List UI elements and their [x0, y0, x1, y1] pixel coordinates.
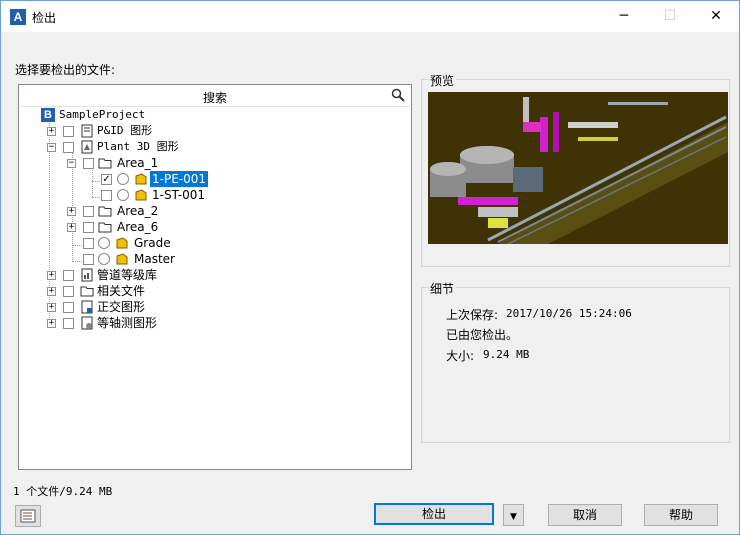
- tree-node-area1[interactable]: − Area_1: [67, 155, 267, 171]
- tree-node-master[interactable]: Master: [83, 251, 283, 267]
- expand-icon[interactable]: +: [67, 223, 76, 232]
- checkbox[interactable]: [83, 158, 94, 169]
- search-label: 搜索: [202, 91, 227, 105]
- tree-connector: [72, 261, 82, 262]
- status-circle-icon: [98, 253, 110, 265]
- details-label: 细节: [428, 280, 457, 297]
- spec-library-icon: [81, 268, 93, 282]
- search-bar[interactable]: 搜索: [20, 86, 410, 107]
- tree-node-grade[interactable]: Grade: [83, 235, 283, 251]
- checkbox[interactable]: [83, 222, 94, 233]
- checkout-dialog: A 检出 ─ ☐ ✕ 选择要检出的文件: 搜索 B SampleProject: [0, 0, 740, 535]
- tree-node-label: Grade: [134, 236, 171, 250]
- checkbox[interactable]: [101, 190, 112, 201]
- status-circle-icon: [117, 189, 129, 201]
- tree-node-label: 正交图形: [97, 300, 146, 314]
- iso-drawing-icon: [81, 316, 93, 330]
- tree-connector: [72, 245, 82, 246]
- tree-node-file-1-pe-001[interactable]: ✓ 1-PE-001: [101, 171, 301, 187]
- expand-icon[interactable]: +: [47, 127, 56, 136]
- checkbox[interactable]: [63, 270, 74, 281]
- checkbox[interactable]: [63, 142, 74, 153]
- checkbox-checked[interactable]: ✓: [101, 174, 112, 185]
- checkbox[interactable]: [63, 126, 74, 137]
- collapse-icon[interactable]: −: [47, 143, 56, 152]
- tree-node-label: Master: [134, 252, 175, 266]
- tree-node-label: SampleProject: [59, 108, 146, 121]
- search-icon[interactable]: [391, 88, 405, 102]
- expand-icon[interactable]: +: [47, 287, 56, 296]
- minimize-button[interactable]: ─: [601, 1, 647, 32]
- status-circle-icon: [98, 237, 110, 249]
- folder-icon: [80, 286, 94, 297]
- ortho-drawing-icon: [81, 300, 93, 314]
- folder-icon: [98, 222, 112, 233]
- status-text: 1 个文件/9.24 MB: [13, 485, 113, 498]
- checkbox[interactable]: [83, 206, 94, 217]
- options-button[interactable]: [15, 505, 41, 527]
- checkbox[interactable]: [63, 318, 74, 329]
- tree-node-pid[interactable]: + P&ID 图形: [47, 123, 247, 139]
- tree-node-label: 相关文件: [97, 284, 146, 298]
- expand-icon[interactable]: +: [67, 207, 76, 216]
- autocad-app-icon: A: [10, 9, 26, 25]
- tree-node-iso[interactable]: + 等轴测图形: [47, 315, 247, 331]
- size-value: 9.24 MB: [483, 348, 530, 361]
- checked-out-status: 已由您检出。: [446, 328, 519, 342]
- title-bar[interactable]: A 检出 ─ ☐ ✕: [1, 1, 739, 32]
- options-icon: [20, 509, 36, 523]
- expand-icon[interactable]: +: [47, 303, 56, 312]
- tree-node-area6[interactable]: + Area_6: [67, 219, 267, 235]
- tree-node-label: 1-ST-001: [152, 188, 206, 202]
- checkout-dropdown-button[interactable]: ▼: [503, 504, 524, 526]
- project-icon: B: [41, 108, 55, 122]
- drawing-preview-image: [428, 92, 728, 244]
- status-circle-icon: [117, 173, 129, 185]
- file-tree[interactable]: 搜索 B SampleProject + P&ID 图形 − Plant 3D …: [18, 84, 412, 470]
- tree-node-ortho[interactable]: + 正交图形: [47, 299, 247, 315]
- folder-icon: [98, 158, 112, 169]
- window-title: 检出: [32, 11, 57, 25]
- pid-drawing-icon: [81, 124, 93, 138]
- tree-node-area2[interactable]: + Area_2: [67, 203, 267, 219]
- tree-node-label: P&ID 图形: [97, 124, 153, 137]
- checkbox[interactable]: [83, 254, 94, 265]
- collapse-icon[interactable]: −: [67, 159, 76, 168]
- dwg-file-icon: [135, 189, 147, 201]
- folder-icon: [98, 206, 112, 217]
- tree-node-label: 1-PE-001: [150, 171, 209, 187]
- tree-connector: [92, 167, 93, 197]
- tree-node-label: 管道等级库: [97, 268, 158, 282]
- checkbox[interactable]: [83, 238, 94, 249]
- tree-node-spec[interactable]: + 管道等级库: [47, 267, 247, 283]
- tree-node-label: Area_1: [117, 156, 159, 170]
- checkbox[interactable]: [63, 286, 74, 297]
- tree-node-plant3d[interactable]: − Plant 3D 图形: [47, 139, 247, 155]
- tree-node-label: Plant 3D 图形: [97, 140, 179, 153]
- tree-node-file-1-st-001[interactable]: 1-ST-001: [101, 187, 301, 203]
- tree-node-label: Area_6: [117, 220, 159, 234]
- size-label: 大小:: [446, 349, 475, 363]
- expand-icon[interactable]: +: [47, 271, 56, 280]
- dwg-file-icon: [116, 237, 128, 249]
- checkbox[interactable]: [63, 302, 74, 313]
- dwg-file-icon: [116, 253, 128, 265]
- close-button[interactable]: ✕: [693, 1, 739, 32]
- maximize-button: ☐: [663, 8, 677, 24]
- instruction-label: 选择要检出的文件:: [15, 63, 116, 77]
- checkout-button[interactable]: 检出: [374, 503, 494, 525]
- tree-node-related[interactable]: + 相关文件: [47, 283, 247, 299]
- expand-icon[interactable]: +: [47, 319, 56, 328]
- cancel-button[interactable]: 取消: [548, 504, 622, 526]
- dwg-file-icon: [135, 173, 147, 185]
- preview-label: 预览: [428, 72, 457, 89]
- tree-node-label: Area_2: [117, 204, 159, 218]
- tree-node-label: 等轴测图形: [97, 316, 158, 330]
- chevron-down-icon: ▼: [510, 512, 517, 522]
- plant3d-drawing-icon: [81, 140, 93, 154]
- help-button[interactable]: 帮助: [644, 504, 718, 526]
- last-saved-value: 2017/10/26 15:24:06: [506, 307, 632, 320]
- last-saved-label: 上次保存:: [446, 308, 499, 322]
